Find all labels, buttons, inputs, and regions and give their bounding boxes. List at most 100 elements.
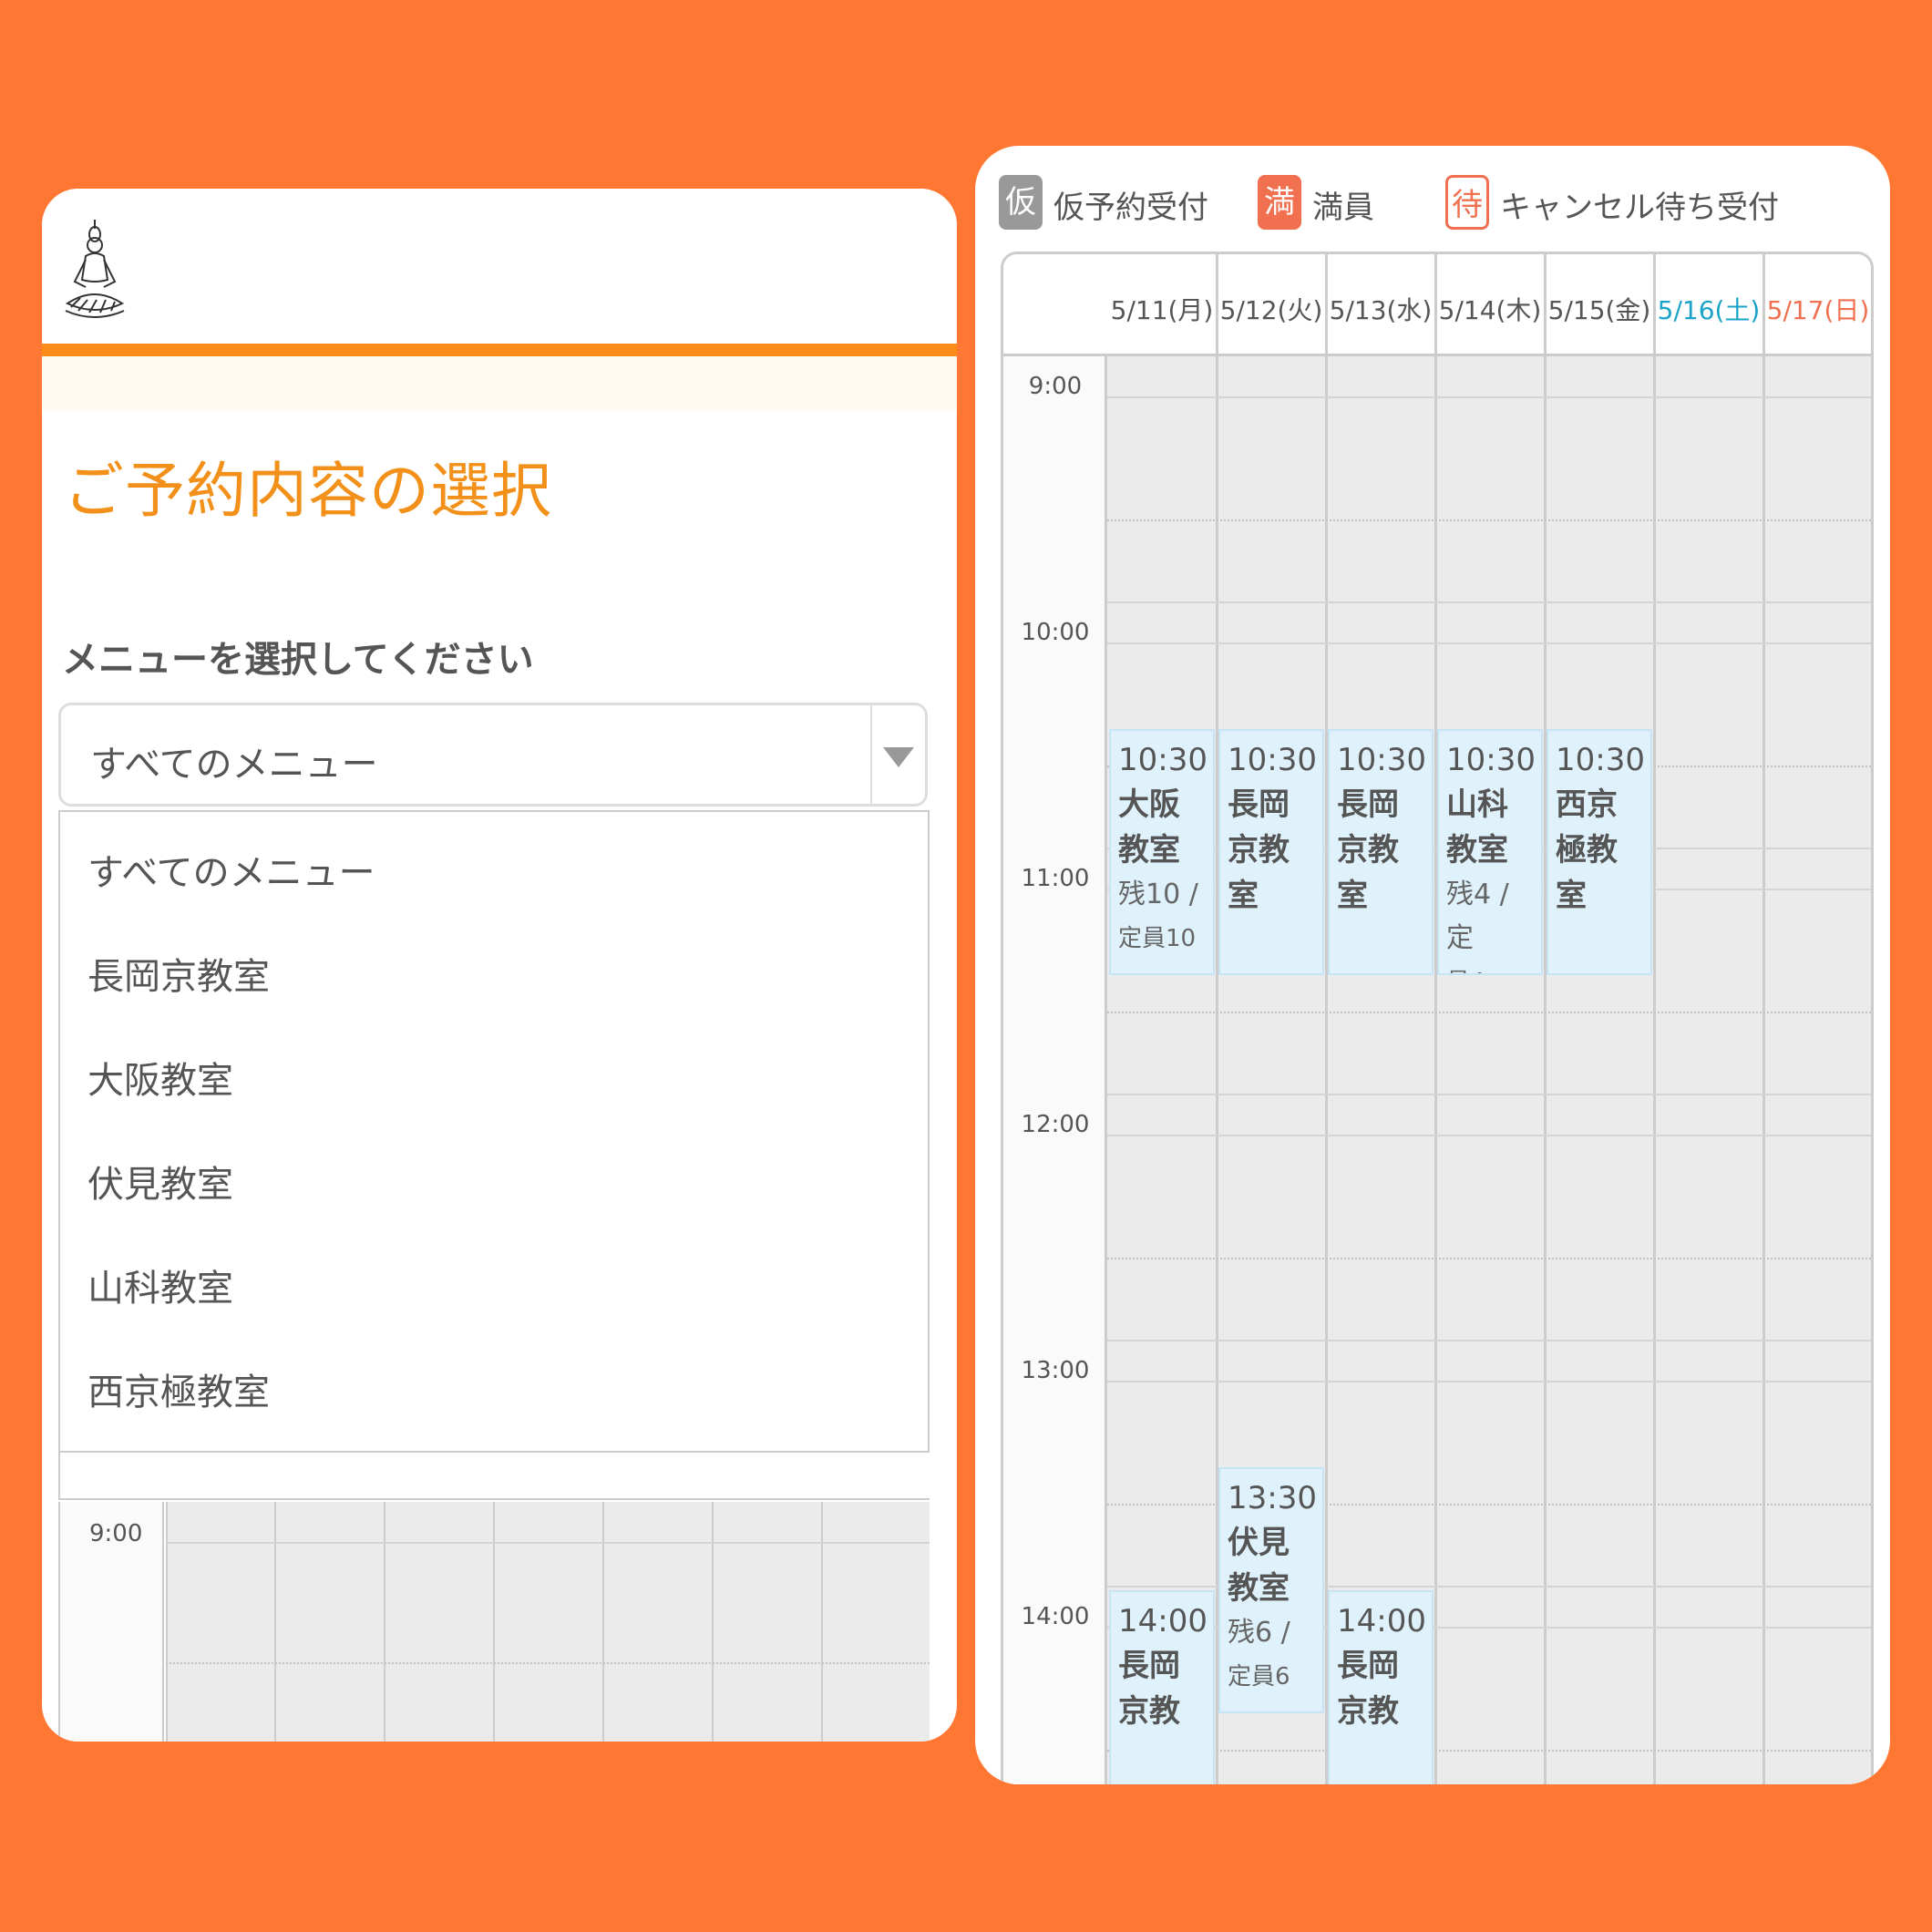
weekly-calendar: 5/11(月) 5/12(火) 5/13(水) 5/14(木) 5/15(金) 5/16(… xyxy=(1001,252,1874,1784)
dropdown-option[interactable]: 伏見教室 xyxy=(87,1155,233,1208)
background-calendar: 9:00 xyxy=(58,1425,930,1742)
menu-dropdown-list: すべてのメニュー 長岡京教室 大阪教室 伏見教室 山科教室 西京極教室 xyxy=(58,810,930,1453)
slot-classroom-name: 室 xyxy=(1337,878,1368,914)
grid-line xyxy=(1325,254,1328,1784)
slot-classroom-name: 長岡 xyxy=(1228,786,1290,823)
slot-seat-availability: 員4 xyxy=(1446,961,1534,973)
slot-classroom-name: 京教 xyxy=(1337,1693,1399,1730)
schedule-slot[interactable]: 10:30 長岡京教室 xyxy=(1328,729,1434,975)
slot-classroom-name: 西京 xyxy=(1556,786,1618,823)
slot-classroom-name: 山科 xyxy=(1446,786,1508,823)
slot-time: 10:30 xyxy=(1446,742,1536,778)
day-header: 5/11(月) xyxy=(1110,295,1214,325)
menu-select-label: メニューを選択してください xyxy=(62,639,534,681)
slot-classroom-name: 長岡 xyxy=(1118,1648,1180,1684)
select-toggle[interactable] xyxy=(870,705,925,804)
site-header xyxy=(42,189,957,344)
grid-line xyxy=(384,1502,385,1742)
slot-classroom-name: 室 xyxy=(1228,878,1259,914)
grid-line xyxy=(1107,1135,1871,1136)
time-label: 10:00 xyxy=(1021,619,1090,646)
legend-label-waitlist: キャンセル待ち受付 xyxy=(1500,190,1779,226)
time-label: 11:00 xyxy=(1021,865,1090,892)
day-header: 5/15(金) xyxy=(1547,295,1651,325)
grid-line xyxy=(166,1502,168,1742)
day-header: 5/12(火) xyxy=(1219,295,1323,325)
schedule-slot[interactable]: 13:30 伏見 教室 残6 / 定員6 xyxy=(1218,1467,1324,1713)
page-title: ご予約内容の選択 xyxy=(64,456,552,526)
slot-time: 10:30 xyxy=(1118,742,1208,778)
dropdown-option[interactable]: 西京極教室 xyxy=(87,1362,270,1415)
grid-line xyxy=(1107,1094,1871,1095)
slot-time: 14:00 xyxy=(1118,1603,1208,1639)
slot-classroom-name: 京教 xyxy=(1118,1693,1180,1730)
grid-line xyxy=(1107,601,1871,603)
slot-classroom-name: 長岡 xyxy=(1337,1648,1399,1684)
time-label: 9:00 xyxy=(89,1520,143,1547)
schedule-slot[interactable]: 10:30 長岡 京教室 xyxy=(1218,729,1324,975)
meditation-figure-logo xyxy=(65,220,125,318)
chevron-down-icon xyxy=(883,747,914,767)
menu-select[interactable]: すべてのメニュー xyxy=(58,703,928,807)
slot-classroom-name: 伏見 xyxy=(1228,1525,1290,1561)
time-label: 9:00 xyxy=(1028,373,1083,400)
grid-line xyxy=(821,1502,823,1742)
background-calendar-body: 9:00 xyxy=(58,1502,930,1742)
grid-line xyxy=(493,1502,495,1742)
legend-badge-provisional: 仮 xyxy=(999,175,1043,230)
time-column: 9:00 10:00 11:00 12:00 13:00 14:00 xyxy=(1003,356,1107,1784)
grid-line xyxy=(1107,1258,1871,1259)
grid-line xyxy=(166,1662,930,1664)
dropdown-option[interactable]: 長岡京教室 xyxy=(87,947,270,1000)
schedule-slot[interactable]: 10:30 大阪 教室 残10 / 定員10 xyxy=(1109,729,1215,975)
slot-classroom-name: 京教 xyxy=(1337,832,1399,868)
grid-line xyxy=(1107,519,1871,521)
slot-time: 13:30 xyxy=(1228,1480,1317,1516)
menu-select-panel: ご予約内容の選択 メニューを選択してください すべてのメニュー 9:00 すべて… xyxy=(42,189,957,1742)
grid-line xyxy=(712,1502,714,1742)
grid-line xyxy=(602,1502,604,1742)
slot-classroom-name: 室 xyxy=(1556,878,1587,914)
slot-time: 10:30 xyxy=(1556,742,1645,778)
schedule-slot[interactable]: 10:30 西京極教室 xyxy=(1547,729,1652,975)
slot-classroom-name: 教室 xyxy=(1446,832,1508,868)
grid-line xyxy=(1107,1340,1871,1341)
calendar-day-header: 5/11(月) 5/12(火) 5/13(水) 5/14(木) 5/15(金) 5/16(… xyxy=(1003,254,1871,356)
dropdown-option[interactable]: 山科教室 xyxy=(87,1259,233,1311)
grid-line xyxy=(1653,254,1656,1784)
dropdown-option[interactable]: すべてのメニュー xyxy=(87,843,375,896)
slot-classroom-name: 長岡 xyxy=(1337,786,1399,823)
slot-classroom-name: 極教 xyxy=(1556,832,1618,868)
slot-time: 10:30 xyxy=(1228,742,1317,778)
grid-line xyxy=(1107,396,1871,398)
day-header: 5/14(木) xyxy=(1438,295,1542,325)
legend-badge-waitlist: 待 xyxy=(1445,175,1489,230)
time-label: 12:00 xyxy=(1021,1111,1090,1138)
grid-line xyxy=(1107,642,1871,644)
dropdown-option[interactable]: 大阪教室 xyxy=(87,1051,233,1104)
grid-line xyxy=(1434,254,1437,1784)
slot-classroom-name: 教室 xyxy=(1228,1570,1290,1607)
time-label: 13:00 xyxy=(1021,1357,1090,1384)
schedule-slot[interactable]: 14:00 長岡京教 xyxy=(1328,1590,1434,1784)
schedule-panel: 仮 仮予約受付 満 満員 待 キャンセル待ち受付 5/11(月) 5/12(火) 5… xyxy=(975,146,1890,1784)
slot-time: 10:30 xyxy=(1337,742,1426,778)
slot-seat-availability: 定員10 xyxy=(1118,925,1197,952)
legend-badge-full: 満 xyxy=(1258,175,1301,230)
background-time-column: 9:00 xyxy=(58,1502,164,1742)
schedule-slot[interactable]: 10:30 山科教室残4 /定員4 xyxy=(1437,729,1543,975)
time-label: 14:00 xyxy=(1021,1603,1090,1630)
grid-line xyxy=(166,1542,930,1544)
slot-seat-availability: 定員6 xyxy=(1228,1663,1290,1690)
grid-line xyxy=(1107,1381,1871,1382)
legend-label-provisional: 仮予約受付 xyxy=(1053,190,1208,226)
menu-select-value: すべてのメニュー xyxy=(90,744,378,786)
calendar-grid: 10:30 大阪 教室 残10 /定員10 10:30 長岡 京教室 10:30 長岡 京教室 10… xyxy=(1107,254,1871,1784)
header-accent-bar xyxy=(42,344,957,356)
day-header: 5/13(水) xyxy=(1329,295,1433,325)
slot-seat-availability: 残4 /定 xyxy=(1446,879,1509,954)
grid-line xyxy=(1107,1012,1871,1013)
grid-line xyxy=(1544,254,1547,1784)
schedule-slot[interactable]: 14:00 長岡京教 xyxy=(1109,1590,1215,1784)
slot-time: 14:00 xyxy=(1337,1603,1426,1639)
